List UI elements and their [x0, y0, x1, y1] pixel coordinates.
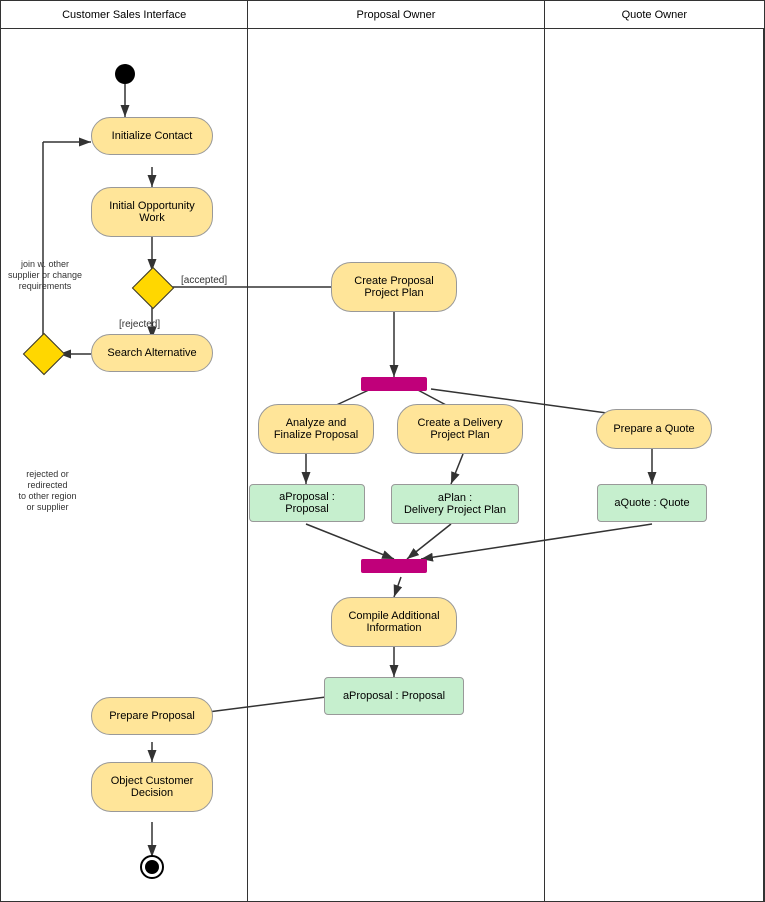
- initialize-contact-node: Initialize Contact: [91, 117, 213, 155]
- prepare-proposal-node: Prepare Proposal: [91, 697, 213, 735]
- analyze-finalize-node: Analyze and Finalize Proposal: [258, 404, 374, 454]
- aquote-node: aQuote : Quote: [597, 484, 707, 522]
- aquote-label: aQuote : Quote: [614, 497, 689, 509]
- aplan-label: aPlan : Delivery Project Plan: [404, 492, 506, 516]
- aproposal1-label: aProposal : Proposal: [258, 491, 356, 515]
- create-proposal-label: Create Proposal Project Plan: [354, 275, 434, 299]
- lane2-label: Proposal Owner: [357, 9, 436, 21]
- compile-additional-node: Compile Additional Information: [331, 597, 457, 647]
- aproposal2-node: aProposal : Proposal: [324, 677, 464, 715]
- object-customer-label: Object Customer Decision: [111, 775, 194, 799]
- object-customer-node: Object Customer Decision: [91, 762, 213, 812]
- swimlane-body: [accepted] [rejected] Initialize Contact…: [1, 29, 764, 902]
- sync-bar2: [361, 559, 427, 573]
- start-node: [115, 64, 135, 84]
- initial-opportunity-node: Initial Opportunity Work: [91, 187, 213, 237]
- create-delivery-label: Create a Delivery Project Plan: [418, 417, 503, 441]
- sync-bar1: [361, 377, 427, 391]
- aplan-node: aPlan : Delivery Project Plan: [391, 484, 519, 524]
- analyze-finalize-label: Analyze and Finalize Proposal: [274, 417, 358, 441]
- lane1-header: Customer Sales Interface: [1, 1, 248, 28]
- diagram-container: Customer Sales Interface Proposal Owner …: [0, 0, 765, 902]
- join-text-label: join w. other supplier or change require…: [5, 259, 85, 292]
- search-alternative-label: Search Alternative: [107, 347, 196, 359]
- create-proposal-node: Create Proposal Project Plan: [331, 262, 457, 312]
- lane2: [248, 29, 544, 902]
- lane3-header: Quote Owner: [545, 1, 764, 28]
- prepare-quote-node: Prepare a Quote: [596, 409, 712, 449]
- aproposal1-node: aProposal : Proposal: [249, 484, 365, 522]
- search-alternative-node: Search Alternative: [91, 334, 213, 372]
- initialize-contact-label: Initialize Contact: [112, 130, 193, 142]
- initial-opportunity-label: Initial Opportunity Work: [109, 200, 195, 224]
- diamond2-node: [27, 337, 61, 371]
- lane2-header: Proposal Owner: [248, 1, 544, 28]
- lane3-label: Quote Owner: [622, 9, 687, 21]
- lane1-label: Customer Sales Interface: [62, 9, 186, 21]
- compile-additional-label: Compile Additional Information: [348, 610, 439, 634]
- aproposal2-label: aProposal : Proposal: [343, 690, 445, 702]
- swimlane-headers: Customer Sales Interface Proposal Owner …: [1, 1, 764, 29]
- create-delivery-node: Create a Delivery Project Plan: [397, 404, 523, 454]
- diamond1-node: [136, 271, 170, 305]
- prepare-quote-label: Prepare a Quote: [613, 423, 694, 435]
- lane3: [545, 29, 764, 902]
- prepare-proposal-label: Prepare Proposal: [109, 710, 195, 722]
- rejected-text-label: rejected or redirected to other region o…: [5, 469, 90, 513]
- end-node: [140, 855, 164, 879]
